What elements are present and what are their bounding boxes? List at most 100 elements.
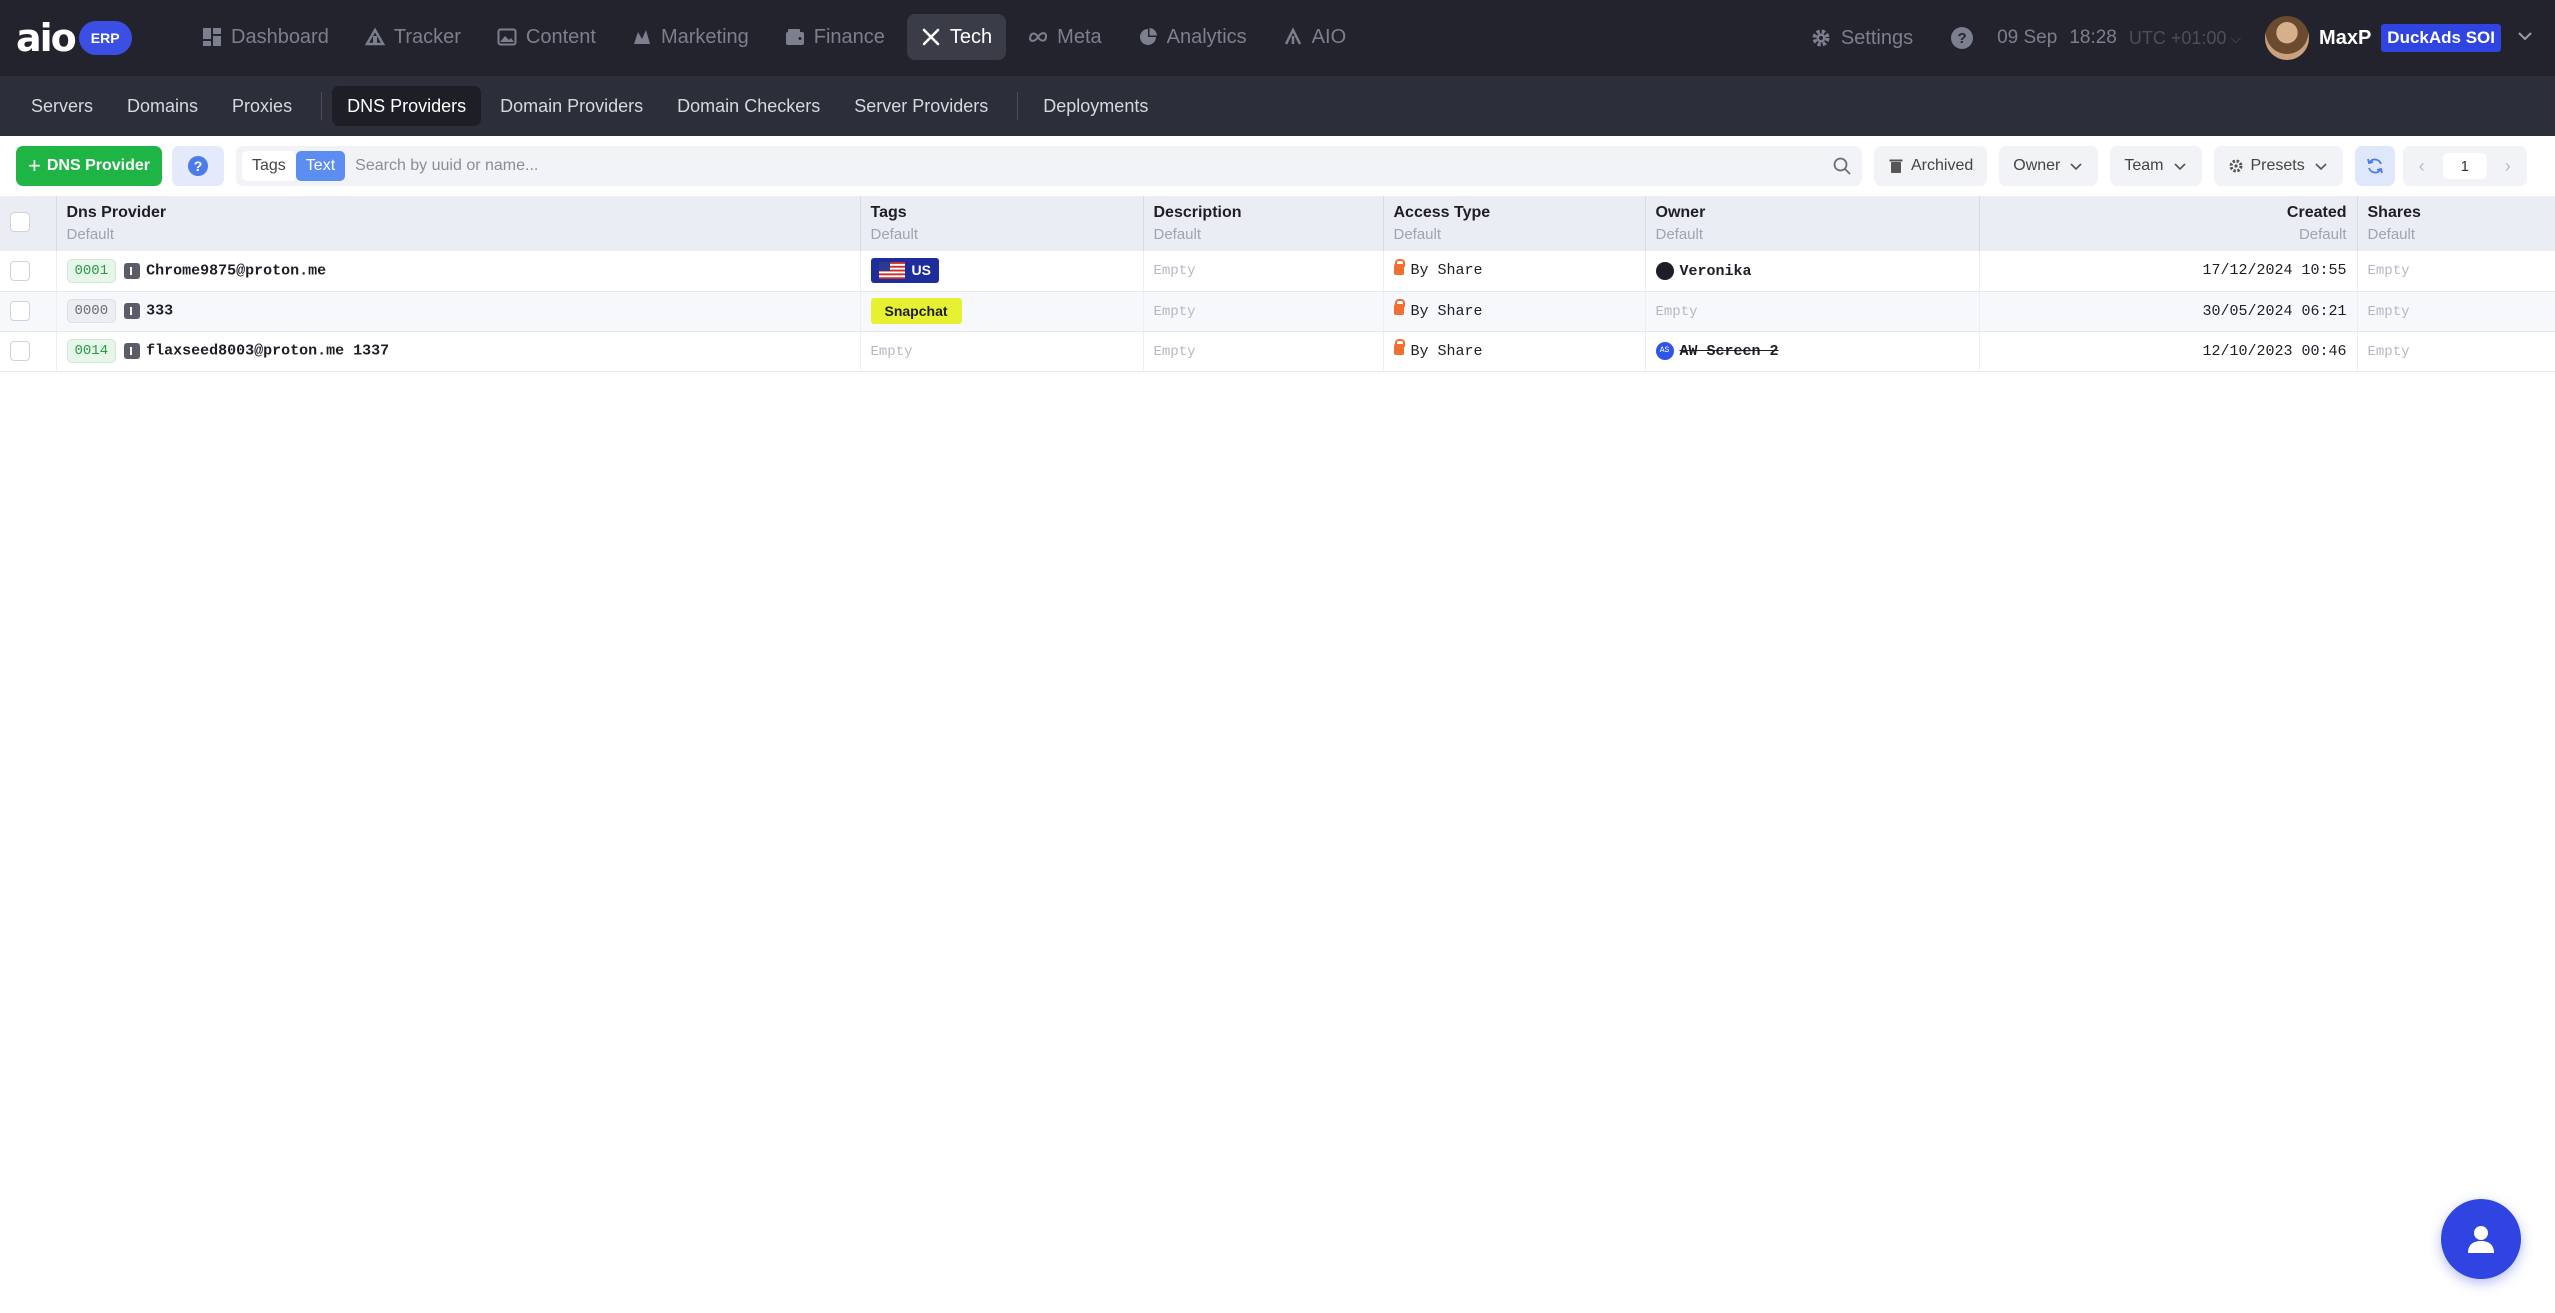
tab-proxies[interactable]: Proxies — [217, 86, 307, 126]
table-row[interactable]: 0000 333 Snapchat Empty By Share Empty 30… — [0, 291, 2555, 332]
chevron-down-icon — [2173, 163, 2186, 171]
owner-cell[interactable]: Empty — [1645, 291, 1980, 332]
dns-provider-cell[interactable]: 0000 333 — [56, 291, 861, 332]
nav-item-aio[interactable]: AIO — [1269, 14, 1360, 60]
table-row[interactable]: 0001 Chrome9875@proton.me US Empty By Sha… — [0, 251, 2555, 292]
column-header-created[interactable]: Created Default — [1979, 196, 2358, 251]
team-filter-label: Team — [2124, 157, 2164, 174]
column-header-access-type[interactable]: Access Type Default — [1383, 196, 1646, 251]
nav-item-finance[interactable]: Finance — [771, 14, 899, 60]
nav-item-tracker[interactable]: Tracker — [351, 14, 475, 60]
search-mode-text[interactable]: Text — [295, 151, 346, 181]
tags-cell[interactable]: Empty — [860, 331, 1144, 372]
access-type-cell[interactable]: By Share — [1383, 291, 1646, 332]
archived-filter[interactable]: Archived — [1874, 146, 1988, 186]
description-cell[interactable]: Empty — [1143, 251, 1384, 292]
add-button-label: DNS Provider — [46, 157, 150, 174]
nav-item-content[interactable]: Content — [483, 14, 610, 60]
chevron-down-icon[interactable] — [2515, 26, 2535, 51]
preview-icon[interactable] — [124, 262, 141, 279]
owner-cell[interactable]: AS AW Screen 2 — [1645, 331, 1980, 372]
tag-us[interactable]: US — [870, 257, 939, 283]
prev-page-button[interactable]: ‹ — [2413, 156, 2431, 177]
tab-domain-checkers[interactable]: Domain Checkers — [662, 86, 835, 126]
search-mode-tags[interactable]: Tags — [242, 151, 296, 181]
nav-item-dashboard[interactable]: Dashboard — [188, 14, 343, 60]
column-subtitle: Default — [2367, 226, 2416, 243]
row-checkbox[interactable] — [10, 260, 30, 281]
empty-value: Empty — [1153, 263, 1196, 280]
help-button[interactable]: ? — [172, 146, 224, 186]
dashboard-icon — [202, 27, 222, 47]
shares-cell[interactable]: Empty — [2357, 251, 2555, 292]
tab-domain-providers[interactable]: Domain Providers — [485, 86, 658, 126]
lock-icon — [1393, 339, 1405, 356]
row-select-cell — [0, 331, 57, 372]
settings-button[interactable]: Settings — [1810, 27, 1913, 50]
current-date: 09 Sep — [1997, 27, 2058, 48]
app-logo[interactable]: aio ERP — [16, 19, 132, 57]
tags-cell[interactable]: US — [860, 251, 1144, 292]
search-icon[interactable] — [1822, 156, 1862, 176]
avatar[interactable] — [2265, 16, 2310, 60]
company-badge[interactable]: DuckAds SOI — [2381, 24, 2501, 52]
nav-item-meta[interactable]: Meta — [1014, 14, 1115, 60]
id-badge: 0014 — [66, 339, 117, 363]
column-header-shares[interactable]: Shares Default — [2357, 196, 2555, 251]
column-title: Access Type — [1393, 204, 1491, 221]
help-icon[interactable]: ? — [1951, 27, 1974, 49]
refresh-button[interactable] — [2354, 146, 2395, 186]
search-bar: Tags Text — [236, 146, 1862, 186]
team-filter[interactable]: Team — [2110, 146, 2202, 186]
current-time: 18:28 — [2069, 27, 2117, 48]
access-type-value: By Share — [1410, 342, 1483, 360]
search-input[interactable] — [345, 147, 1822, 185]
description-cell[interactable]: Empty — [1143, 331, 1384, 372]
owner-filter[interactable]: Owner — [1999, 146, 2099, 186]
description-cell[interactable]: Empty — [1143, 291, 1384, 332]
timezone-select[interactable]: UTC +01:00 — [2129, 28, 2227, 49]
nav-item-marketing[interactable]: Marketing — [618, 14, 763, 60]
help-icon: ? — [188, 156, 208, 176]
access-type-cell[interactable]: By Share — [1383, 251, 1646, 292]
page-number[interactable]: 1 — [2442, 153, 2487, 179]
us-flag-icon — [878, 261, 905, 279]
row-checkbox[interactable] — [10, 301, 30, 321]
column-title: Description — [1153, 204, 1242, 221]
nav-label: Finance — [813, 25, 885, 48]
row-checkbox[interactable] — [10, 341, 30, 361]
divider — [321, 92, 323, 120]
shares-cell[interactable]: Empty — [2357, 331, 2555, 372]
next-page-button[interactable]: › — [2499, 156, 2517, 177]
tag-snapchat[interactable]: Snapchat — [870, 298, 962, 324]
column-header-owner[interactable]: Owner Default — [1645, 196, 1980, 251]
column-header-dns-provider[interactable]: Dns Provider Default — [56, 196, 861, 251]
column-title: Owner — [1655, 204, 1706, 221]
preview-icon[interactable] — [124, 303, 141, 319]
owner-cell[interactable]: Veronika — [1645, 251, 1980, 292]
empty-value: Empty — [2367, 263, 2410, 280]
tab-server-providers[interactable]: Server Providers — [839, 86, 1003, 126]
meta-icon — [1028, 27, 1048, 47]
preview-icon[interactable] — [124, 343, 141, 359]
support-chat-button[interactable] — [2441, 1199, 2521, 1279]
tab-domains[interactable]: Domains — [112, 86, 213, 126]
add-dns-provider-button[interactable]: + DNS Provider — [16, 146, 162, 186]
tab-deployments[interactable]: Deployments — [1028, 86, 1163, 126]
column-header-description[interactable]: Description Default — [1143, 196, 1384, 251]
id-badge: 0001 — [66, 258, 117, 283]
tags-cell[interactable]: Snapchat — [860, 291, 1144, 332]
column-header-tags[interactable]: Tags Default — [860, 196, 1144, 251]
presets-dropdown[interactable]: Presets — [2213, 146, 2343, 186]
tab-dns-providers[interactable]: DNS Providers — [332, 86, 482, 126]
access-type-cell[interactable]: By Share — [1383, 331, 1646, 372]
dns-provider-cell[interactable]: 0014 flaxseed8003@proton.me 1337 — [56, 331, 861, 372]
tab-servers[interactable]: Servers — [16, 86, 108, 126]
dns-provider-cell[interactable]: 0001 Chrome9875@proton.me — [56, 251, 861, 292]
select-all-checkbox[interactable] — [10, 212, 30, 232]
nav-item-analytics[interactable]: Analytics — [1124, 14, 1261, 60]
shares-cell[interactable]: Empty — [2357, 291, 2555, 332]
table-row[interactable]: 0014 flaxseed8003@proton.me 1337 Empty Em… — [0, 331, 2555, 372]
nav-item-tech[interactable]: Tech — [906, 14, 1007, 60]
column-title: Created — [2286, 204, 2347, 221]
